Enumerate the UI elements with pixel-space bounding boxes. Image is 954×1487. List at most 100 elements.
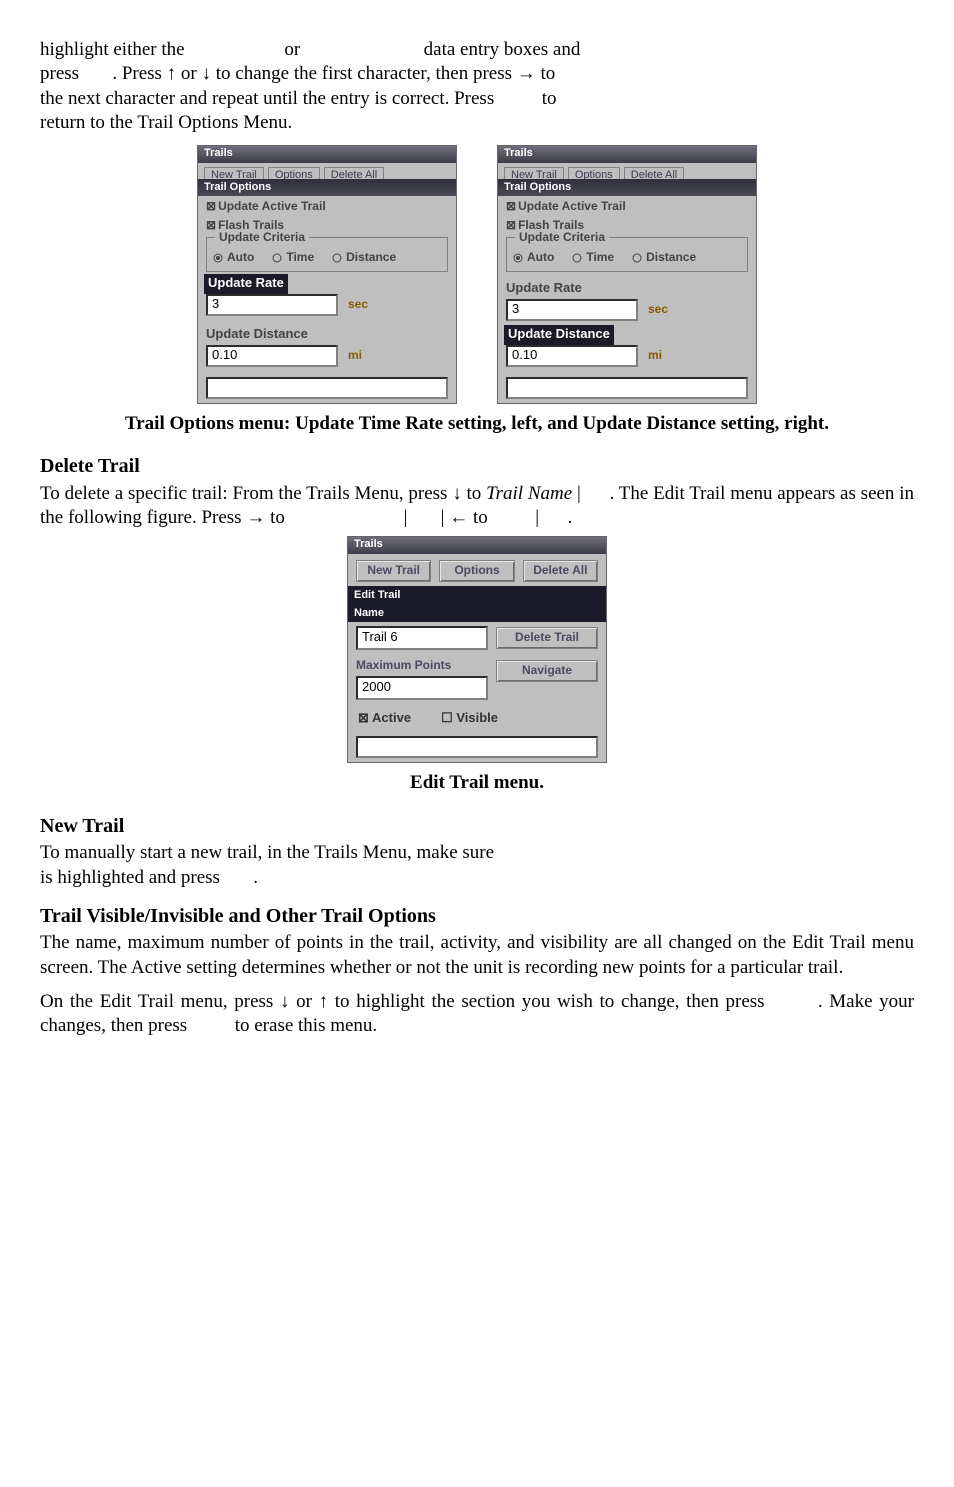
update-rate-input[interactable]: 3	[506, 299, 638, 321]
radio-icon	[332, 253, 342, 263]
checkbox-icon: ⊠	[506, 199, 516, 213]
new-trail-paragraph: To manually start a new trail, in the Tr…	[40, 841, 914, 890]
radio-icon	[272, 253, 282, 263]
radio-icon	[513, 253, 523, 263]
max-points-label: Maximum Points	[356, 654, 488, 673]
radio-icon	[213, 253, 223, 263]
radio-label: Distance	[346, 250, 396, 265]
radio-label: Time	[286, 250, 314, 265]
radio-time[interactable]: Time	[272, 250, 314, 265]
delete-trail-paragraph: To delete a specific trail: From the Tra…	[40, 482, 914, 531]
delete-all-button[interactable]: Delete All	[523, 560, 598, 582]
new-trail-heading: New Trail	[40, 814, 914, 840]
radio-label: Auto	[227, 250, 254, 265]
update-rate-input[interactable]: 3	[206, 294, 338, 316]
vis-text: On the Edit Trail menu, press ↓ or ↑ to …	[40, 991, 765, 1012]
visible-checkbox[interactable]: ☐ Visible	[441, 710, 498, 727]
status-bar	[206, 377, 448, 399]
visibility-paragraph: The name, maximum number of points in th…	[40, 931, 914, 980]
vis-text: to erase this menu.	[235, 1015, 377, 1036]
options-button[interactable]: Options	[439, 560, 514, 582]
panel-titlebar: Trails	[348, 537, 606, 554]
intro-text: data entry boxes and	[424, 39, 581, 60]
radio-distance[interactable]: Distance	[332, 250, 396, 265]
edit-trail-subtitle: Edit Trail	[348, 586, 606, 604]
update-distance-input[interactable]: 0.10	[506, 345, 638, 367]
button-row: New Trail Options Delete All	[348, 554, 606, 586]
update-distance-label-wrap: Update Distance	[498, 325, 756, 345]
active-label: Active	[372, 710, 411, 725]
update-rate-label: Update Rate	[204, 274, 288, 294]
active-checkbox[interactable]: ⊠ Active	[358, 710, 411, 727]
visibility-heading: Trail Visible/Invisible and Other Trail …	[40, 904, 914, 930]
group-label: Update Criteria	[215, 230, 309, 245]
nt-text: is highlighted and press	[40, 867, 220, 888]
update-rate-label-wrap: Update Rate	[198, 274, 456, 294]
update-distance-label: Update Distance	[504, 325, 614, 345]
intro-text: to	[542, 88, 557, 109]
delete-trail-heading: Delete Trail	[40, 454, 914, 480]
status-bar	[506, 377, 748, 399]
figure-caption-1: Trail Options menu: Update Time Rate set…	[40, 412, 914, 436]
radio-icon	[572, 253, 582, 263]
edit-trail-panel: Trails New Trail Options Delete All Edit…	[347, 536, 607, 763]
figure-caption-2: Edit Trail menu.	[40, 771, 914, 795]
visible-label: Visible	[456, 710, 498, 725]
intro-text: press	[40, 63, 84, 84]
radio-label: Time	[586, 250, 614, 265]
group-label: Update Criteria	[515, 230, 609, 245]
dt-text: .	[568, 507, 573, 528]
radio-distance[interactable]: Distance	[632, 250, 696, 265]
trail-name-input[interactable]: Trail 6	[356, 626, 488, 650]
trail-options-panel-left: Trails New Trail Options Delete All Trai…	[197, 145, 457, 403]
dt-pipe: |	[535, 507, 539, 528]
dt-text: | ← to	[441, 507, 488, 528]
chk-update-active-trail[interactable]: ⊠Update Active Trail	[498, 196, 756, 214]
intro-text: the next character and repeat until the …	[40, 88, 494, 109]
panel-titlebar: Trails	[198, 146, 456, 163]
update-distance-label: Update Distance	[198, 320, 456, 345]
rate-unit: sec	[348, 297, 368, 312]
visibility-paragraph-2: On the Edit Trail menu, press ↓ or ↑ to …	[40, 990, 914, 1039]
dt-trail-name: Trail Name	[486, 483, 572, 504]
radio-auto[interactable]: Auto	[513, 250, 554, 265]
trail-options-figure: Trails New Trail Options Delete All Trai…	[40, 145, 914, 403]
radio-time[interactable]: Time	[572, 250, 614, 265]
intro-paragraph: highlight either the or data entry boxes…	[40, 38, 914, 135]
nt-text: .	[253, 867, 258, 888]
nt-text: To manually start a new trail, in the Tr…	[40, 842, 494, 863]
checkbox-icon: ⊠	[206, 199, 216, 213]
update-criteria-group: Update Criteria Auto Time Distance	[506, 237, 748, 272]
max-points-input[interactable]: 2000	[356, 676, 488, 700]
radio-auto[interactable]: Auto	[213, 250, 254, 265]
distance-unit: mi	[648, 348, 662, 363]
intro-text: return to the Trail Options Menu.	[40, 112, 292, 133]
panel-subtitle: Trail Options	[198, 179, 456, 196]
rate-unit: sec	[648, 302, 668, 317]
update-criteria-group: Update Criteria Auto Time Distance	[206, 237, 448, 272]
intro-text: highlight either the	[40, 39, 189, 60]
trail-options-panel-right: Trails New Trail Options Delete All Trai…	[497, 145, 757, 403]
update-rate-label: Update Rate	[498, 274, 756, 299]
distance-unit: mi	[348, 348, 362, 363]
update-distance-input[interactable]: 0.10	[206, 345, 338, 367]
new-trail-button[interactable]: New Trail	[356, 560, 431, 582]
chk-label: Update Active Trail	[218, 199, 326, 213]
intro-text: . Press ↑ or ↓ to change the first chara…	[112, 63, 555, 84]
radio-icon	[632, 253, 642, 263]
dt-text: To delete a specific trail: From the Tra…	[40, 483, 486, 504]
chk-label: Update Active Trail	[518, 199, 626, 213]
name-label: Name	[348, 604, 606, 622]
delete-trail-button[interactable]: Delete Trail	[496, 627, 598, 649]
radio-label: Distance	[646, 250, 696, 265]
intro-or: or	[284, 39, 300, 60]
panel-titlebar: Trails	[498, 146, 756, 163]
status-bar	[356, 736, 598, 758]
checkbox-icon: ⊠	[358, 710, 372, 725]
radio-label: Auto	[527, 250, 554, 265]
chk-update-active-trail[interactable]: ⊠Update Active Trail	[198, 196, 456, 214]
panel-subtitle: Trail Options	[498, 179, 756, 196]
navigate-button[interactable]: Navigate	[496, 660, 598, 682]
dt-pipe: |	[577, 483, 581, 504]
dt-pipe: |	[404, 507, 408, 528]
